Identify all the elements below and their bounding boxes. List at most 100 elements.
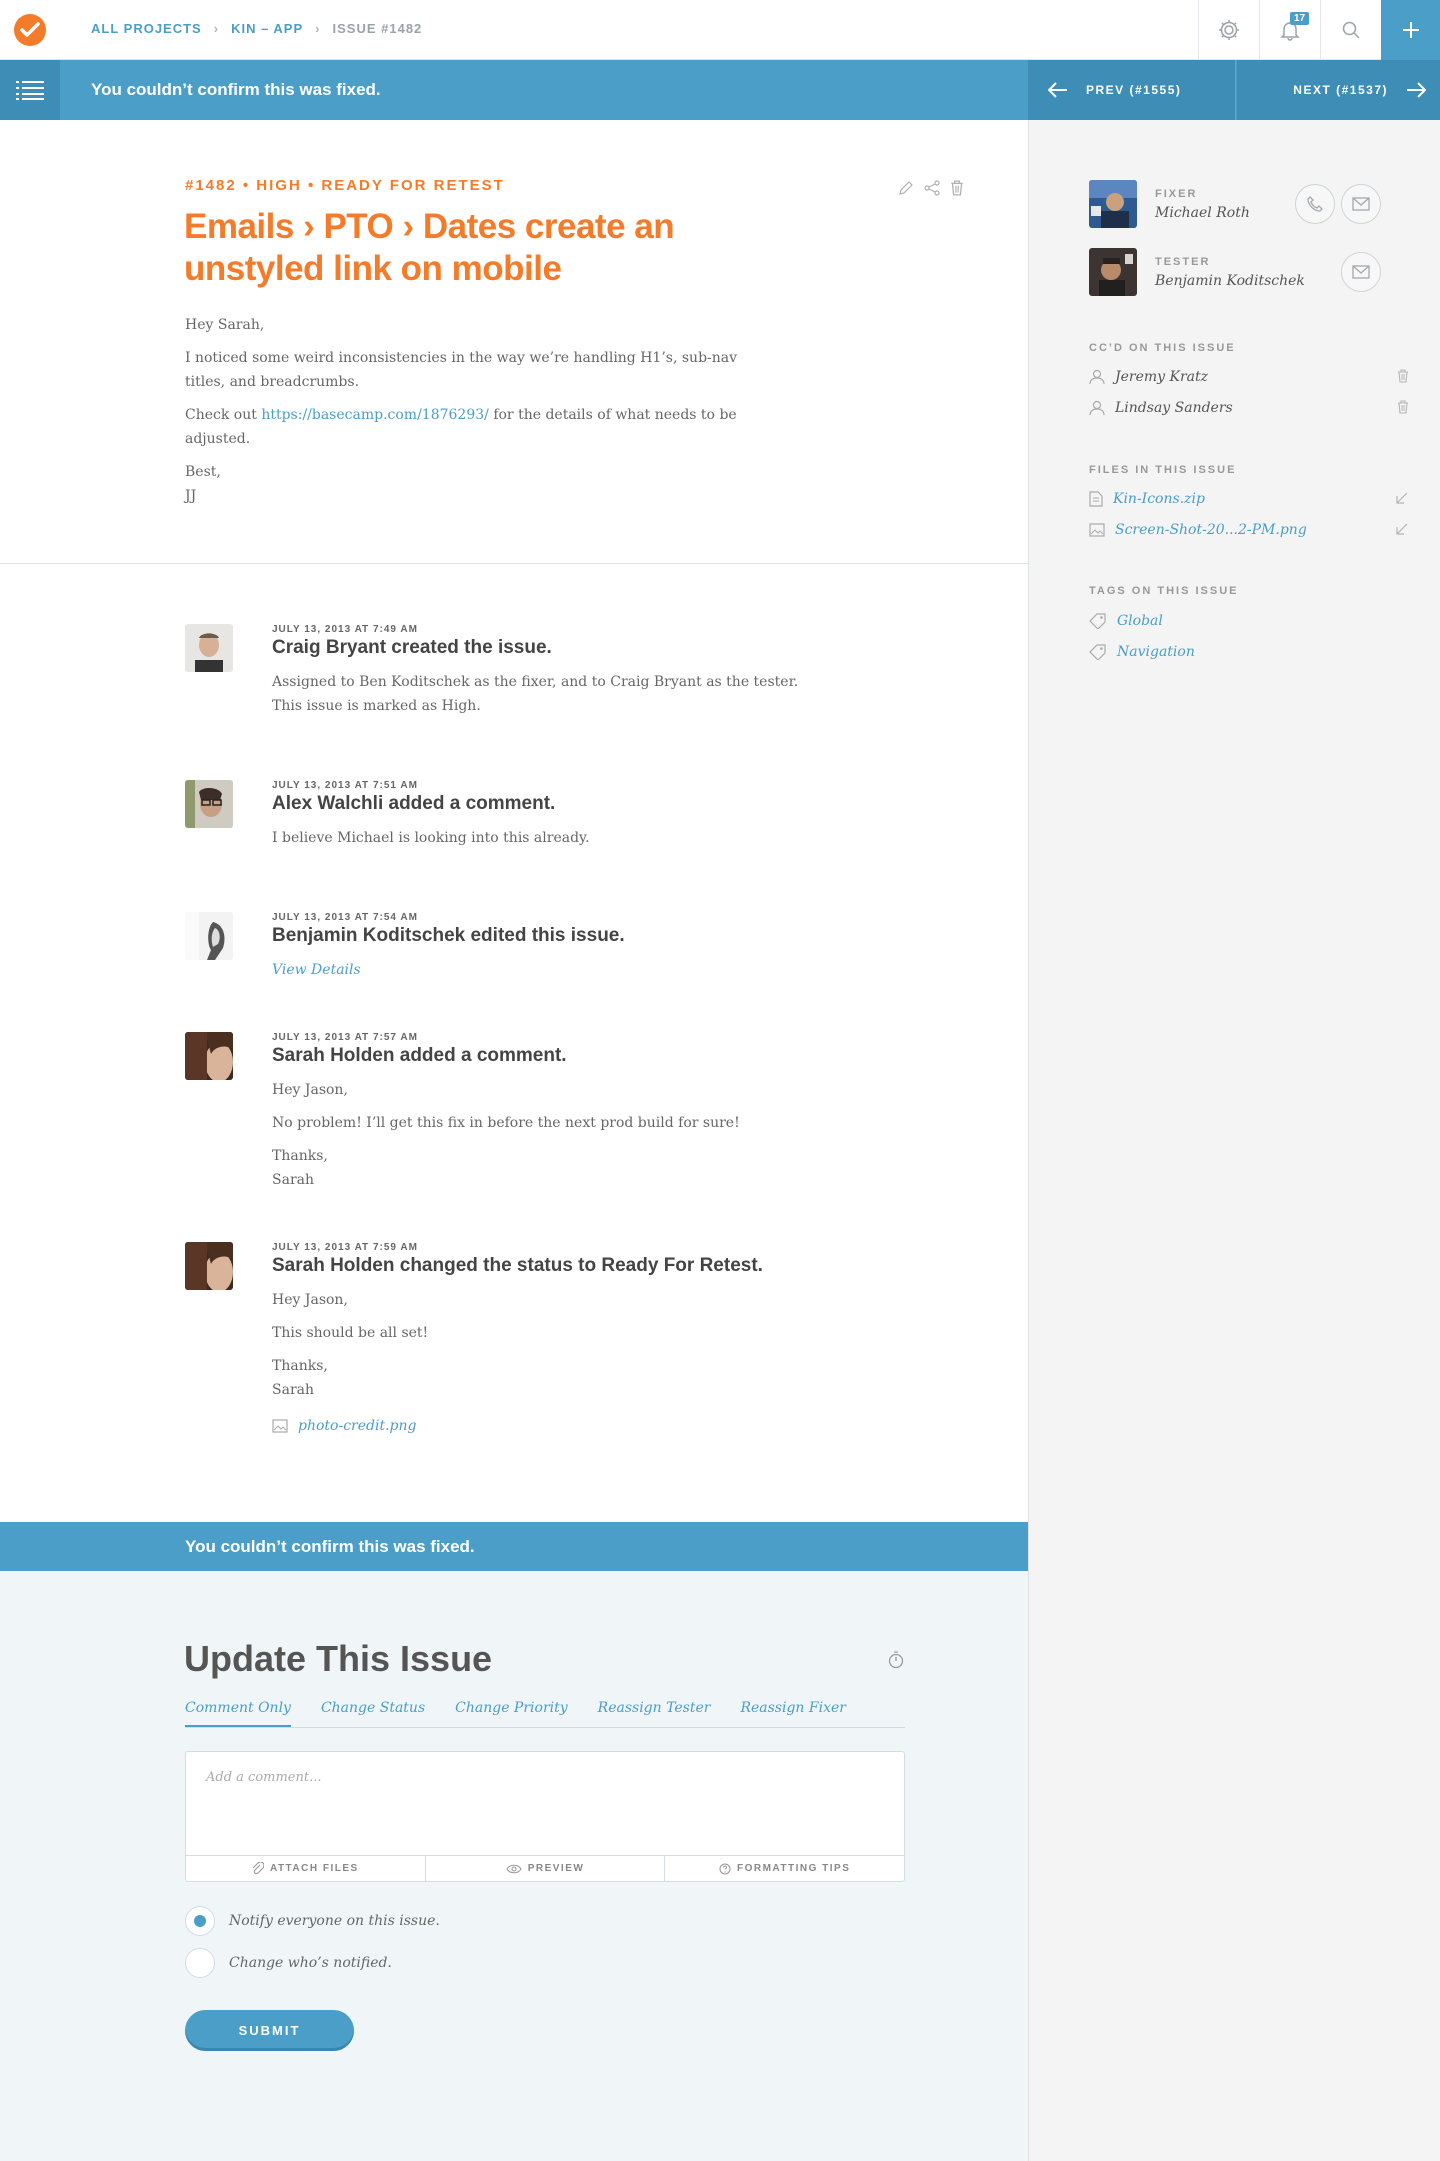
formatting-tips-button[interactable]: FORMATTING TIPS (665, 1856, 904, 1881)
attach-files-label: ATTACH FILES (269, 1863, 359, 1874)
activity-text: Thanks, Sarah (272, 1354, 832, 1402)
fixer-card: FIXER Michael Roth (1089, 180, 1419, 230)
search-button[interactable] (1320, 0, 1381, 60)
notify-everyone-option[interactable]: Notify everyone on this issue. (185, 1906, 440, 1936)
activity-text: This should be all set! (272, 1325, 429, 1341)
pencil-icon[interactable] (898, 180, 914, 196)
description-link[interactable]: https://basecamp.com/1876293/ (261, 407, 489, 423)
notification-count-badge: 17 (1290, 12, 1310, 25)
tester-avatar[interactable] (1089, 248, 1137, 296)
trash-icon[interactable] (1397, 400, 1409, 414)
notify-everyone-radio[interactable] (185, 1906, 215, 1936)
tab-change-status[interactable]: Change Status (321, 1700, 425, 1727)
tag-item[interactable]: Navigation (1089, 641, 1409, 663)
share-icon[interactable] (924, 180, 940, 196)
activity-date: JULY 13, 2013 AT 7:59 AM (272, 1242, 418, 1253)
preview-label: PREVIEW (527, 1863, 585, 1874)
change-notified-option[interactable]: Change who’s notified. (185, 1948, 392, 1978)
trash-icon[interactable] (1397, 369, 1409, 383)
arrow-right-icon (1407, 82, 1426, 98)
file-item[interactable]: Screen-Shot-20...2-PM.png (1089, 519, 1409, 541)
issue-description: Hey Sarah, I noticed some weird inconsis… (185, 313, 745, 517)
activity-date: JULY 13, 2013 AT 7:57 AM (272, 1032, 418, 1043)
user-icon (1089, 400, 1105, 416)
tag-icon (1089, 644, 1106, 660)
activity-avatar[interactable] (185, 912, 233, 960)
breadcrumb-separator: › (213, 21, 220, 36)
attachment-name[interactable]: photo-credit.png (298, 1414, 416, 1438)
issue-actions (898, 180, 964, 196)
trash-icon[interactable] (950, 180, 964, 196)
status-message: You couldn’t confirm this was fixed. (91, 80, 381, 99)
breadcrumb-all-projects[interactable]: ALL PROJECTS (91, 21, 202, 36)
activity-headline: Craig Bryant created the issue. (272, 637, 552, 658)
notifications-button[interactable]: 17 (1259, 0, 1320, 60)
signoff-text: Best, (185, 464, 221, 480)
activity-body: View Details (272, 958, 832, 982)
file-name[interactable]: Kin-Icons.zip (1113, 491, 1205, 507)
breadcrumb-project[interactable]: KIN – APP (231, 21, 303, 36)
tab-reassign-tester[interactable]: Reassign Tester (598, 1700, 711, 1727)
activity-avatar[interactable] (185, 780, 233, 828)
tag-name[interactable]: Navigation (1117, 644, 1195, 660)
activity-avatar[interactable] (185, 624, 233, 672)
tab-reassign-fixer[interactable]: Reassign Fixer (740, 1700, 846, 1727)
submit-button[interactable]: SUBMIT (185, 2010, 354, 2051)
next-issue-button[interactable]: NEXT (#1537) (1237, 60, 1440, 120)
change-notified-radio[interactable] (185, 1948, 215, 1978)
file-name[interactable]: Screen-Shot-20...2-PM.png (1115, 522, 1307, 538)
plus-icon (1402, 22, 1419, 38)
attachment[interactable]: photo-credit.png (272, 1414, 832, 1438)
activity-text: Hey Jason, (272, 1292, 348, 1308)
preview-button[interactable]: PREVIEW (426, 1856, 666, 1881)
mail-icon (1352, 197, 1370, 211)
activity-avatar[interactable] (185, 1032, 233, 1080)
cc-name: Jeremy Kratz (1115, 369, 1209, 385)
fixer-role-label: FIXER (1155, 188, 1198, 200)
email-fixer-button[interactable] (1341, 184, 1381, 224)
user-icon (1089, 369, 1105, 385)
next-issue-label: NEXT (#1537) (1293, 83, 1388, 97)
download-icon[interactable] (1395, 491, 1409, 505)
top-bar: ALL PROJECTS › KIN – APP › ISSUE #1482 1… (0, 0, 1440, 60)
description-signoff: Best, JJ (185, 460, 745, 508)
tab-comment-only[interactable]: Comment Only (185, 1700, 291, 1727)
activity-text: Hey Jason, (272, 1082, 348, 1098)
activity-text: No problem! I’ll get this fix in before … (272, 1115, 740, 1131)
settings-button[interactable] (1198, 0, 1259, 60)
radio-selected-dot (194, 1915, 206, 1927)
tab-change-priority[interactable]: Change Priority (455, 1700, 568, 1727)
activity-date: JULY 13, 2013 AT 7:49 AM (272, 624, 418, 635)
description-greeting: Hey Sarah, (185, 317, 265, 333)
activity-body: Hey Jason, This should be all set! Thank… (272, 1288, 832, 1438)
signature-text: Sarah (272, 1172, 314, 1188)
download-icon[interactable] (1395, 522, 1409, 536)
tester-card: TESTER Benjamin Koditschek (1089, 248, 1419, 298)
stopwatch-icon[interactable] (888, 1651, 904, 1669)
call-fixer-button[interactable] (1295, 184, 1335, 224)
attach-files-button[interactable]: ATTACH FILES (186, 1856, 426, 1881)
status-banner: You couldn’t confirm this was fixed. PRE… (0, 60, 1440, 120)
formatting-tips-label: FORMATTING TIPS (736, 1863, 851, 1874)
file-icon (1089, 491, 1103, 507)
activity-text: Thanks, Sarah (272, 1144, 832, 1192)
signoff-text: Thanks, (272, 1148, 328, 1164)
tag-item[interactable]: Global (1089, 610, 1409, 632)
view-details-link[interactable]: View Details (272, 962, 361, 978)
email-tester-button[interactable] (1341, 252, 1381, 292)
comment-input[interactable]: Add a comment... ATTACH FILES PREVIEW FO… (185, 1751, 905, 1882)
file-item[interactable]: Kin-Icons.zip (1089, 488, 1409, 510)
breadcrumb-separator: › (315, 21, 321, 36)
activity-avatar[interactable] (185, 1242, 233, 1290)
tester-name: Benjamin Koditschek (1155, 273, 1305, 289)
menu-button[interactable] (0, 60, 60, 120)
prev-issue-button[interactable]: PREV (#1555) (1028, 60, 1236, 120)
fixer-avatar[interactable] (1089, 180, 1137, 228)
prev-issue-label: PREV (#1555) (1086, 83, 1182, 97)
app-logo-icon[interactable] (14, 14, 46, 46)
change-notified-label: Change who’s notified. (229, 1955, 392, 1971)
mail-icon (1352, 265, 1370, 279)
add-new-button[interactable] (1381, 0, 1440, 60)
fixer-name: Michael Roth (1155, 205, 1250, 221)
tag-name[interactable]: Global (1117, 613, 1163, 629)
